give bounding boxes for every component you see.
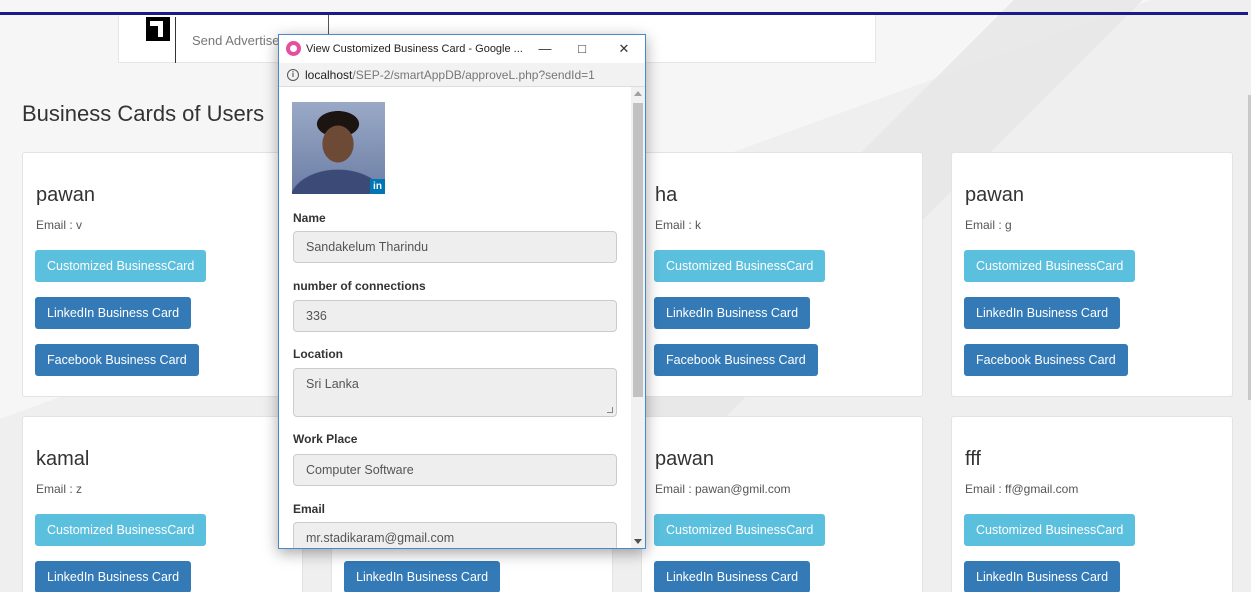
page-title: Business Cards of Users <box>22 101 265 126</box>
linkedin-card-button[interactable]: LinkedIn Business Card <box>964 561 1121 592</box>
location-label: Location <box>293 347 343 361</box>
scroll-thumb[interactable] <box>633 103 643 397</box>
linkedin-card-button[interactable]: LinkedIn Business Card <box>35 297 192 329</box>
linkedin-card-button[interactable]: LinkedIn Business Card <box>654 297 811 329</box>
user-email: Email : g <box>965 218 1012 232</box>
customized-card-button[interactable]: Customized BusinessCard <box>654 250 826 282</box>
customized-card-button[interactable]: Customized BusinessCard <box>964 514 1136 546</box>
user-card: ha Email : k Customized BusinessCard Lin… <box>641 152 923 397</box>
scroll-down-icon[interactable] <box>634 539 642 544</box>
facebook-card-button[interactable]: Facebook Business Card <box>654 344 818 376</box>
location-textarea[interactable]: Sri Lanka <box>293 368 617 417</box>
user-name: kamal <box>36 448 90 470</box>
email-field[interactable]: mr.stadikaram@gmail.com <box>293 522 617 548</box>
workplace-field[interactable]: Computer Software <box>293 454 617 486</box>
user-email: Email : z <box>36 482 83 496</box>
linkedin-icon: in <box>370 179 385 194</box>
facebook-card-button[interactable]: Facebook Business Card <box>35 344 199 376</box>
user-card: pawan Email : pawan@gmil.com Customized … <box>641 416 923 592</box>
browser-app-icon <box>286 41 301 56</box>
resize-handle-icon[interactable] <box>607 407 613 413</box>
maximize-icon[interactable]: □ <box>571 39 593 59</box>
minimize-icon[interactable]: — <box>534 39 556 59</box>
info-icon[interactable]: i <box>287 69 299 81</box>
user-name: pawan <box>965 184 1024 206</box>
user-name: pawan <box>36 184 95 206</box>
app-logo-icon[interactable] <box>146 17 170 41</box>
email-label: Email <box>293 502 326 516</box>
name-label: Name <box>293 211 326 225</box>
linkedin-card-button[interactable]: LinkedIn Business Card <box>35 561 192 592</box>
toolbar-divider <box>175 17 176 63</box>
customized-card-button[interactable]: Customized BusinessCard <box>654 514 826 546</box>
url-text[interactable]: localhost/SEP-2/smartAppDB/approveL.php?… <box>305 68 595 82</box>
connections-label: number of connections <box>293 279 426 293</box>
popup-content: in Name Sandakelum Tharindu number of co… <box>279 87 631 548</box>
user-name: fff <box>965 448 981 470</box>
window-title: View Customized Business Card - Google .… <box>306 43 523 55</box>
facebook-card-button[interactable]: Facebook Business Card <box>964 344 1128 376</box>
linkedin-card-button[interactable]: LinkedIn Business Card <box>654 561 811 592</box>
window-titlebar[interactable]: View Customized Business Card - Google .… <box>279 35 645 63</box>
customized-card-button[interactable]: Customized BusinessCard <box>35 250 207 282</box>
user-card: pawan Email : v Customized BusinessCard … <box>22 152 303 397</box>
user-email: Email : ff@gmail.com <box>965 482 1079 496</box>
user-name: pawan <box>655 448 714 470</box>
linkedin-card-button[interactable]: LinkedIn Business Card <box>964 297 1121 329</box>
name-field[interactable]: Sandakelum Tharindu <box>293 231 617 263</box>
url-host: localhost <box>305 68 353 82</box>
user-email: Email : v <box>36 218 83 232</box>
workplace-label: Work Place <box>293 432 358 446</box>
connections-field[interactable]: 336 <box>293 300 617 332</box>
location-value: Sri Lanka <box>306 377 359 391</box>
linkedin-card-button[interactable]: LinkedIn Business Card <box>344 561 501 592</box>
user-name: ha <box>655 184 678 206</box>
user-card: kamal Email : z Customized BusinessCard … <box>22 416 303 592</box>
user-card: pawan Email : g Customized BusinessCard … <box>951 152 1233 397</box>
user-email: Email : pawan@gmil.com <box>655 482 791 496</box>
url-path: /SEP-2/smartAppDB/approveL.php?sendId=1 <box>352 68 595 82</box>
send-advertise-link[interactable]: Send Advertise <box>192 33 279 48</box>
address-bar[interactable]: i localhost/SEP-2/smartAppDB/approveL.ph… <box>279 63 645 87</box>
business-card-popup-window: View Customized Business Card - Google .… <box>278 34 646 549</box>
customized-card-button[interactable]: Customized BusinessCard <box>964 250 1136 282</box>
user-email: Email : k <box>655 218 702 232</box>
popup-scrollbar[interactable] <box>631 87 645 548</box>
customized-card-button[interactable]: Customized BusinessCard <box>35 514 207 546</box>
user-card: fff Email : ff@gmail.com Customized Busi… <box>951 416 1233 592</box>
close-icon[interactable]: ✕ <box>613 39 635 59</box>
scroll-up-icon[interactable] <box>634 91 642 96</box>
